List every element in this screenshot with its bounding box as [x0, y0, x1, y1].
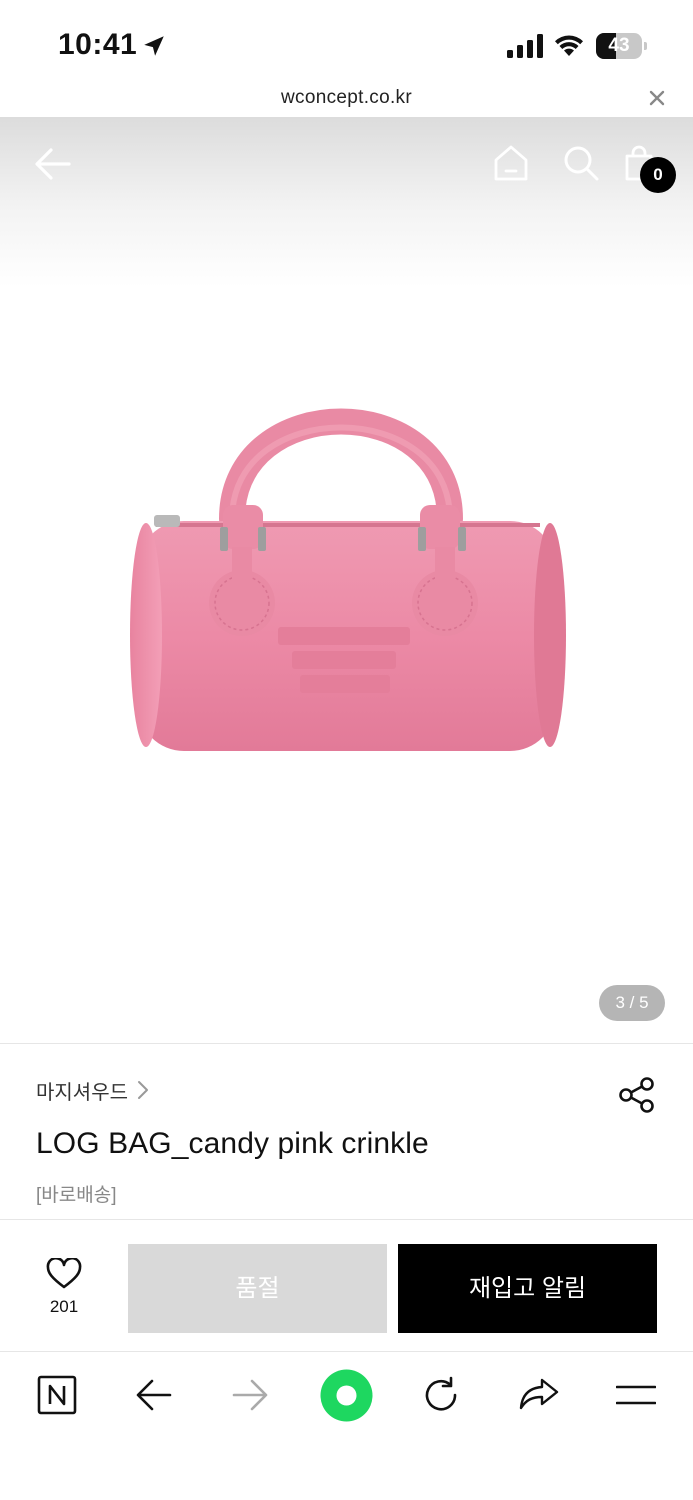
- product-gallery[interactable]: 0 3 / 5: [0, 117, 693, 1043]
- back-arrow-icon[interactable]: [34, 146, 72, 182]
- home-icon[interactable]: [492, 144, 530, 182]
- image-pager: 3 / 5: [599, 985, 665, 1021]
- like-count: 201: [49, 1297, 79, 1316]
- url-bar[interactable]: wconcept.co.kr: [0, 84, 693, 116]
- wifi-icon: [555, 35, 583, 56]
- wishlist-button[interactable]: 201: [38, 1258, 90, 1324]
- cart-count-badge: 0: [640, 157, 676, 193]
- forward-icon[interactable]: [232, 1378, 268, 1412]
- battery-percent: 43: [608, 35, 630, 56]
- reload-icon[interactable]: [422, 1376, 460, 1414]
- heart-icon: [46, 1258, 82, 1289]
- back-icon[interactable]: [136, 1378, 172, 1412]
- naver-icon[interactable]: [37, 1375, 77, 1415]
- status-time: 10:41: [58, 28, 138, 61]
- close-icon[interactable]: [647, 88, 667, 108]
- green-dot-icon[interactable]: [320, 1369, 373, 1422]
- battery-body: 43: [596, 33, 642, 59]
- divider: [0, 1351, 693, 1352]
- product-title: LOG BAG_candy pink crinkle: [36, 1127, 429, 1160]
- chevron-right-icon: [138, 1081, 148, 1099]
- battery-nub: [644, 42, 647, 50]
- restock-alert-button[interactable]: 재입고 알림: [398, 1244, 657, 1333]
- search-icon[interactable]: [562, 144, 600, 182]
- brand-name: 마지셔우드: [36, 1081, 128, 1104]
- share-icon[interactable]: [618, 1076, 656, 1114]
- location-arrow-icon: [144, 36, 164, 56]
- divider: [0, 1219, 693, 1220]
- share-arrow-icon[interactable]: [519, 1376, 559, 1412]
- battery-icon: 43: [596, 33, 648, 59]
- status-bar: 10:41 43: [0, 0, 693, 88]
- divider: [0, 1043, 693, 1044]
- product-image[interactable]: [120, 379, 580, 779]
- menu-icon[interactable]: [616, 1383, 656, 1407]
- cellular-signal-icon: [507, 34, 543, 58]
- url-text: wconcept.co.kr: [281, 87, 412, 108]
- soldout-button[interactable]: 품절: [128, 1244, 387, 1333]
- brand-link[interactable]: 마지셔우드: [36, 1076, 150, 1104]
- delivery-tag: [바로배송]: [36, 1185, 117, 1206]
